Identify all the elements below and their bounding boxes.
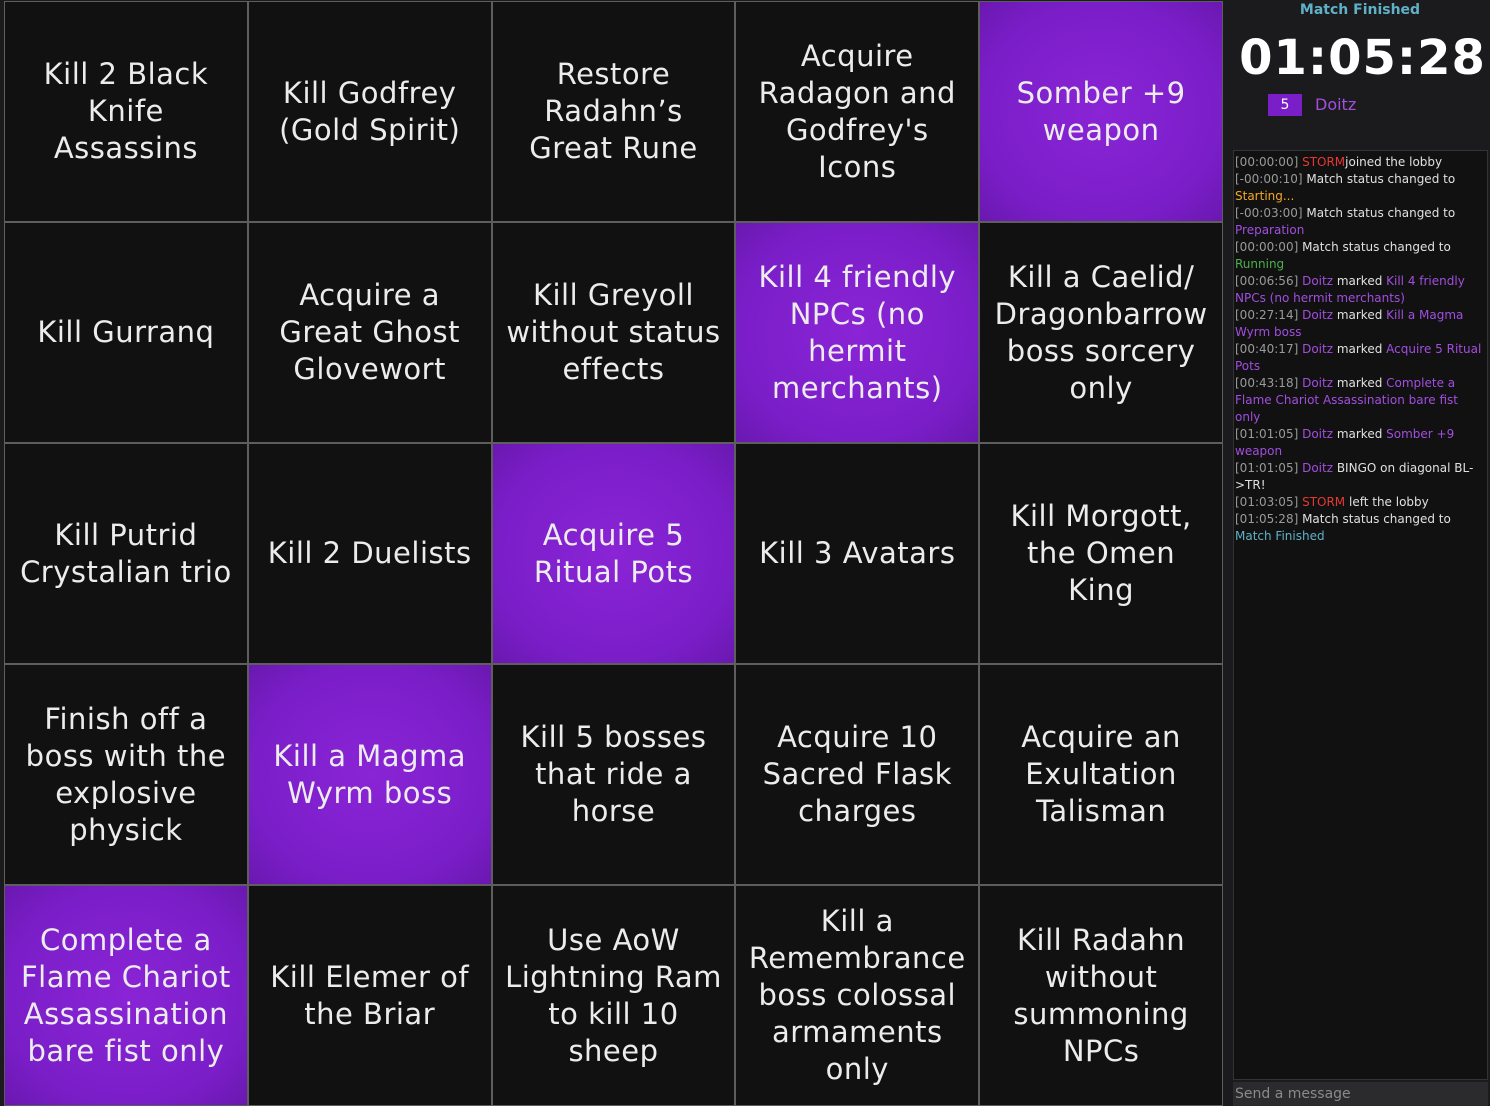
log-timestamp: [01:01:05]: [1235, 427, 1299, 441]
log-text: Doitz: [1298, 376, 1333, 390]
log-text: marked: [1333, 376, 1387, 390]
log-text: Match Finished: [1235, 529, 1325, 543]
log-timestamp: [01:03:05]: [1235, 495, 1299, 509]
log-entry: [00:00:00] STORMjoined the lobby: [1235, 154, 1486, 171]
bingo-cell[interactable]: Acquire Radagon and Godfrey's Icons: [736, 2, 979, 221]
log-text: marked: [1333, 427, 1387, 441]
log-text: Doitz: [1298, 274, 1333, 288]
log-entry: [01:03:05] STORM left the lobby: [1235, 494, 1486, 511]
bingo-cell[interactable]: Kill a Remembrance boss colossal armamen…: [736, 886, 979, 1105]
log-entry: [00:43:18] Doitz marked Complete a Flame…: [1235, 375, 1486, 426]
log-text: Match status changed to: [1298, 512, 1451, 526]
log-entry: [-00:03:00] Match status changed to Prep…: [1235, 205, 1486, 239]
player-name: Doitz: [1315, 95, 1357, 114]
bingo-cell[interactable]: Restore Radahn’s Great Rune: [492, 2, 735, 221]
bingo-cell[interactable]: Kill a Magma Wyrm boss: [248, 665, 491, 884]
bingo-cell[interactable]: Somber +9 weapon: [980, 2, 1222, 221]
bingo-cell[interactable]: Kill Morgott, the Omen King: [980, 444, 1222, 663]
log-timestamp: [01:05:28]: [1235, 512, 1299, 526]
log-text: Doitz: [1298, 308, 1333, 322]
log-timestamp: [00:27:14]: [1235, 308, 1299, 322]
bingo-cell[interactable]: Acquire an Exultation Talisman: [980, 665, 1222, 884]
log-text: Doitz: [1298, 461, 1333, 475]
bingo-cell[interactable]: Use AoW Lightning Ram to kill 10 sheep: [492, 886, 735, 1105]
log-entry: [01:05:28] Match status changed to Match…: [1235, 511, 1486, 545]
bingo-cell[interactable]: Kill Godfrey (Gold Spirit): [248, 2, 491, 221]
bingo-cell[interactable]: Kill 3 Avatars: [736, 444, 979, 663]
match-status: Match Finished: [1299, 2, 1421, 18]
bingo-cell[interactable]: Kill 4 friendly NPCs (no hermit merchant…: [736, 223, 979, 442]
bingo-cell[interactable]: Kill Elemer of the Briar: [248, 886, 491, 1105]
log-text: STORM: [1298, 495, 1346, 509]
log-timestamp: [-00:00:10]: [1235, 172, 1303, 186]
bingo-cell[interactable]: Kill Gurranq: [5, 223, 247, 442]
log-timestamp: [00:00:00]: [1235, 240, 1299, 254]
chat-input[interactable]: [1233, 1082, 1488, 1106]
bingo-cell[interactable]: Kill 2 Black Knife Assassins: [5, 2, 247, 221]
match-timer: 01:05:28: [1239, 30, 1486, 86]
log-timestamp: [-00:03:00]: [1235, 206, 1303, 220]
bingo-cell[interactable]: Acquire a Great Ghost Glovewort: [248, 223, 491, 442]
bingo-cell[interactable]: Kill 5 bosses that ride a horse: [492, 665, 735, 884]
log-text: Doitz: [1298, 427, 1333, 441]
log-entry: [-00:00:10] Match status changed to Star…: [1235, 171, 1486, 205]
log-entry: [00:27:14] Doitz marked Kill a Magma Wyr…: [1235, 307, 1486, 341]
bingo-cell[interactable]: Finish off a boss with the explosive phy…: [5, 665, 247, 884]
log-text: marked: [1333, 308, 1387, 322]
log-entry: [00:40:17] Doitz marked Acquire 5 Ritual…: [1235, 341, 1486, 375]
bingo-cell[interactable]: Kill Radahn without summoning NPCs: [980, 886, 1222, 1105]
log-text: marked: [1333, 274, 1387, 288]
log-text: Match status changed to: [1302, 206, 1456, 220]
log-text: Doitz: [1298, 342, 1333, 356]
log-timestamp: [01:01:05]: [1235, 461, 1299, 475]
bingo-cell[interactable]: Acquire 10 Sacred Flask charges: [736, 665, 979, 884]
bingo-cell[interactable]: Complete a Flame Chariot Assassination b…: [5, 886, 247, 1105]
bingo-cell[interactable]: Kill Greyoll without status effects: [492, 223, 735, 442]
log-entry: [01:01:05] Doitz BINGO on diagonal BL->T…: [1235, 460, 1486, 494]
log-timestamp: [00:06:56]: [1235, 274, 1299, 288]
log-text: marked: [1333, 342, 1387, 356]
log-text: Running: [1235, 257, 1285, 271]
sidebar: Match Finished 01:05:28 5 Doitz [00:00:0…: [1225, 0, 1490, 1106]
log-entry: [00:06:56] Doitz marked Kill 4 friendly …: [1235, 273, 1486, 307]
player-score-badge: 5: [1268, 94, 1302, 116]
bingo-cell[interactable]: Kill a Caelid/ Dragonbarrow boss sorcery…: [980, 223, 1222, 442]
log-text: Match status changed to: [1298, 240, 1451, 254]
bingo-cell[interactable]: Acquire 5 Ritual Pots: [492, 444, 735, 663]
log-timestamp: [00:00:00]: [1235, 155, 1299, 169]
event-log[interactable]: [00:00:00] STORMjoined the lobby [-00:00:…: [1233, 150, 1488, 1080]
bingo-board: Kill 2 Black Knife Assassins Kill Godfrey…: [4, 1, 1223, 1106]
bingo-cell[interactable]: Kill 2 Duelists: [248, 444, 491, 663]
log-text: STORM: [1298, 155, 1346, 169]
log-text: left the lobby: [1345, 495, 1429, 509]
log-entry: [00:00:00] Match status changed to Runni…: [1235, 239, 1486, 273]
log-timestamp: [00:40:17]: [1235, 342, 1299, 356]
log-timestamp: [00:43:18]: [1235, 376, 1299, 390]
log-text: Match status changed to: [1302, 172, 1456, 186]
log-text: joined the lobby: [1345, 155, 1443, 169]
bingo-cell[interactable]: Kill Putrid Crystalian trio: [5, 444, 247, 663]
log-entry: [01:01:05] Doitz marked Somber +9 weapon: [1235, 426, 1486, 460]
log-text: Preparation: [1235, 223, 1305, 237]
log-text: Starting...: [1235, 189, 1295, 203]
